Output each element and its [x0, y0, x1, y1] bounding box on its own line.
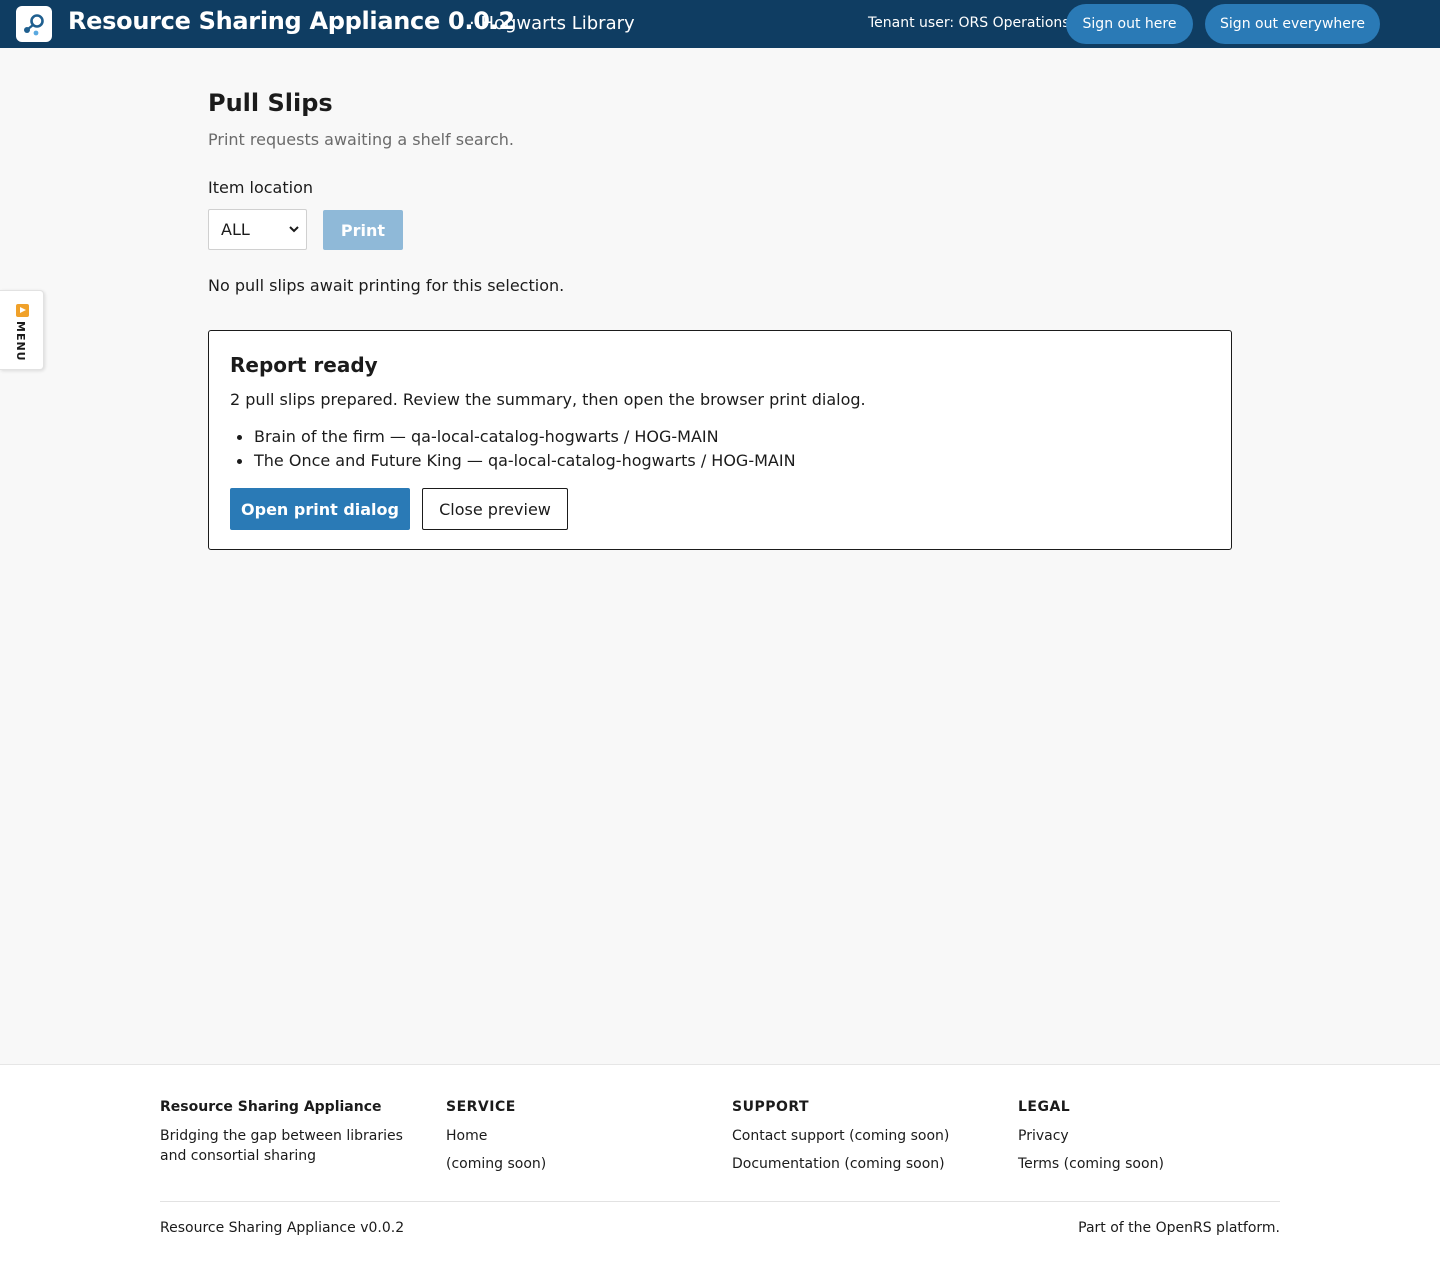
footer-link-terms[interactable]: Terms (coming soon): [1018, 1154, 1280, 1182]
side-menu-toggle[interactable]: MENU: [0, 290, 44, 370]
open-print-dialog-button[interactable]: Open print dialog: [230, 488, 410, 530]
footer-version: Resource Sharing Appliance v0.0.2: [160, 1220, 405, 1236]
item-location-value: ALL: [221, 220, 250, 239]
report-description: 2 pull slips prepared. Review the summar…: [230, 390, 866, 409]
app-title[interactable]: Resource Sharing Appliance 0.0.2: [68, 7, 515, 35]
report-item-list: Brain of the firm — qa-local-catalog-hog…: [230, 425, 796, 473]
footer-service-column: SERVICE Home (coming soon): [446, 1099, 716, 1182]
menu-label: MENU: [14, 321, 27, 362]
footer-legal-heading: LEGAL: [1018, 1099, 1071, 1115]
footer-link-coming-soon[interactable]: (coming soon): [446, 1154, 716, 1182]
footer-support-heading: SUPPORT: [732, 1099, 810, 1115]
top-bar: Resource Sharing Appliance 0.0.2 · Hogwa…: [0, 0, 1440, 48]
chevron-down-icon: [289, 226, 299, 233]
footer-divider: [160, 1201, 1280, 1202]
sign-out-everywhere-button[interactable]: Sign out everywhere: [1205, 4, 1380, 44]
play-icon: [16, 304, 29, 317]
footer-link-privacy[interactable]: Privacy: [1018, 1126, 1280, 1154]
list-item: The Once and Future King — qa-local-cata…: [230, 449, 796, 473]
tenant-name: · Hogwarts Library: [469, 13, 635, 34]
page-title: Pull Slips: [208, 89, 333, 117]
empty-message: No pull slips await printing for this se…: [208, 276, 565, 295]
app-logo-icon[interactable]: [16, 6, 52, 42]
footer-link-documentation[interactable]: Documentation (coming soon): [732, 1154, 1002, 1182]
print-button[interactable]: Print: [323, 210, 403, 250]
list-item: Brain of the firm — qa-local-catalog-hog…: [230, 425, 796, 449]
report-title: Report ready: [230, 353, 378, 377]
report-ready-panel: Report ready 2 pull slips prepared. Revi…: [208, 330, 1232, 550]
close-preview-button[interactable]: Close preview: [422, 488, 568, 530]
footer-link-home[interactable]: Home: [446, 1126, 716, 1154]
footer: Resource Sharing Appliance Bridging the …: [0, 1064, 1440, 1270]
footer-brand: Resource Sharing Appliance: [160, 1099, 382, 1115]
page-subtitle: Print requests awaiting a shelf search.: [208, 130, 514, 149]
tenant-user: Tenant user: ORS Operations: [868, 15, 1070, 31]
item-location-select[interactable]: ALL: [208, 209, 307, 250]
footer-tagline: Bridging the gap between libraries and c…: [160, 1128, 403, 1164]
footer-brand-column: Resource Sharing Appliance Bridging the …: [160, 1099, 430, 1166]
footer-support-column: SUPPORT Contact support (coming soon) Do…: [732, 1099, 1002, 1182]
footer-platform: Part of the OpenRS platform.: [1078, 1220, 1280, 1236]
footer-service-heading: SERVICE: [446, 1099, 516, 1115]
footer-link-contact-support[interactable]: Contact support (coming soon): [732, 1126, 1002, 1154]
item-location-label: Item location: [208, 178, 313, 197]
sign-out-button[interactable]: Sign out here: [1066, 4, 1193, 44]
footer-legal-column: LEGAL Privacy Terms (coming soon): [1018, 1099, 1280, 1182]
